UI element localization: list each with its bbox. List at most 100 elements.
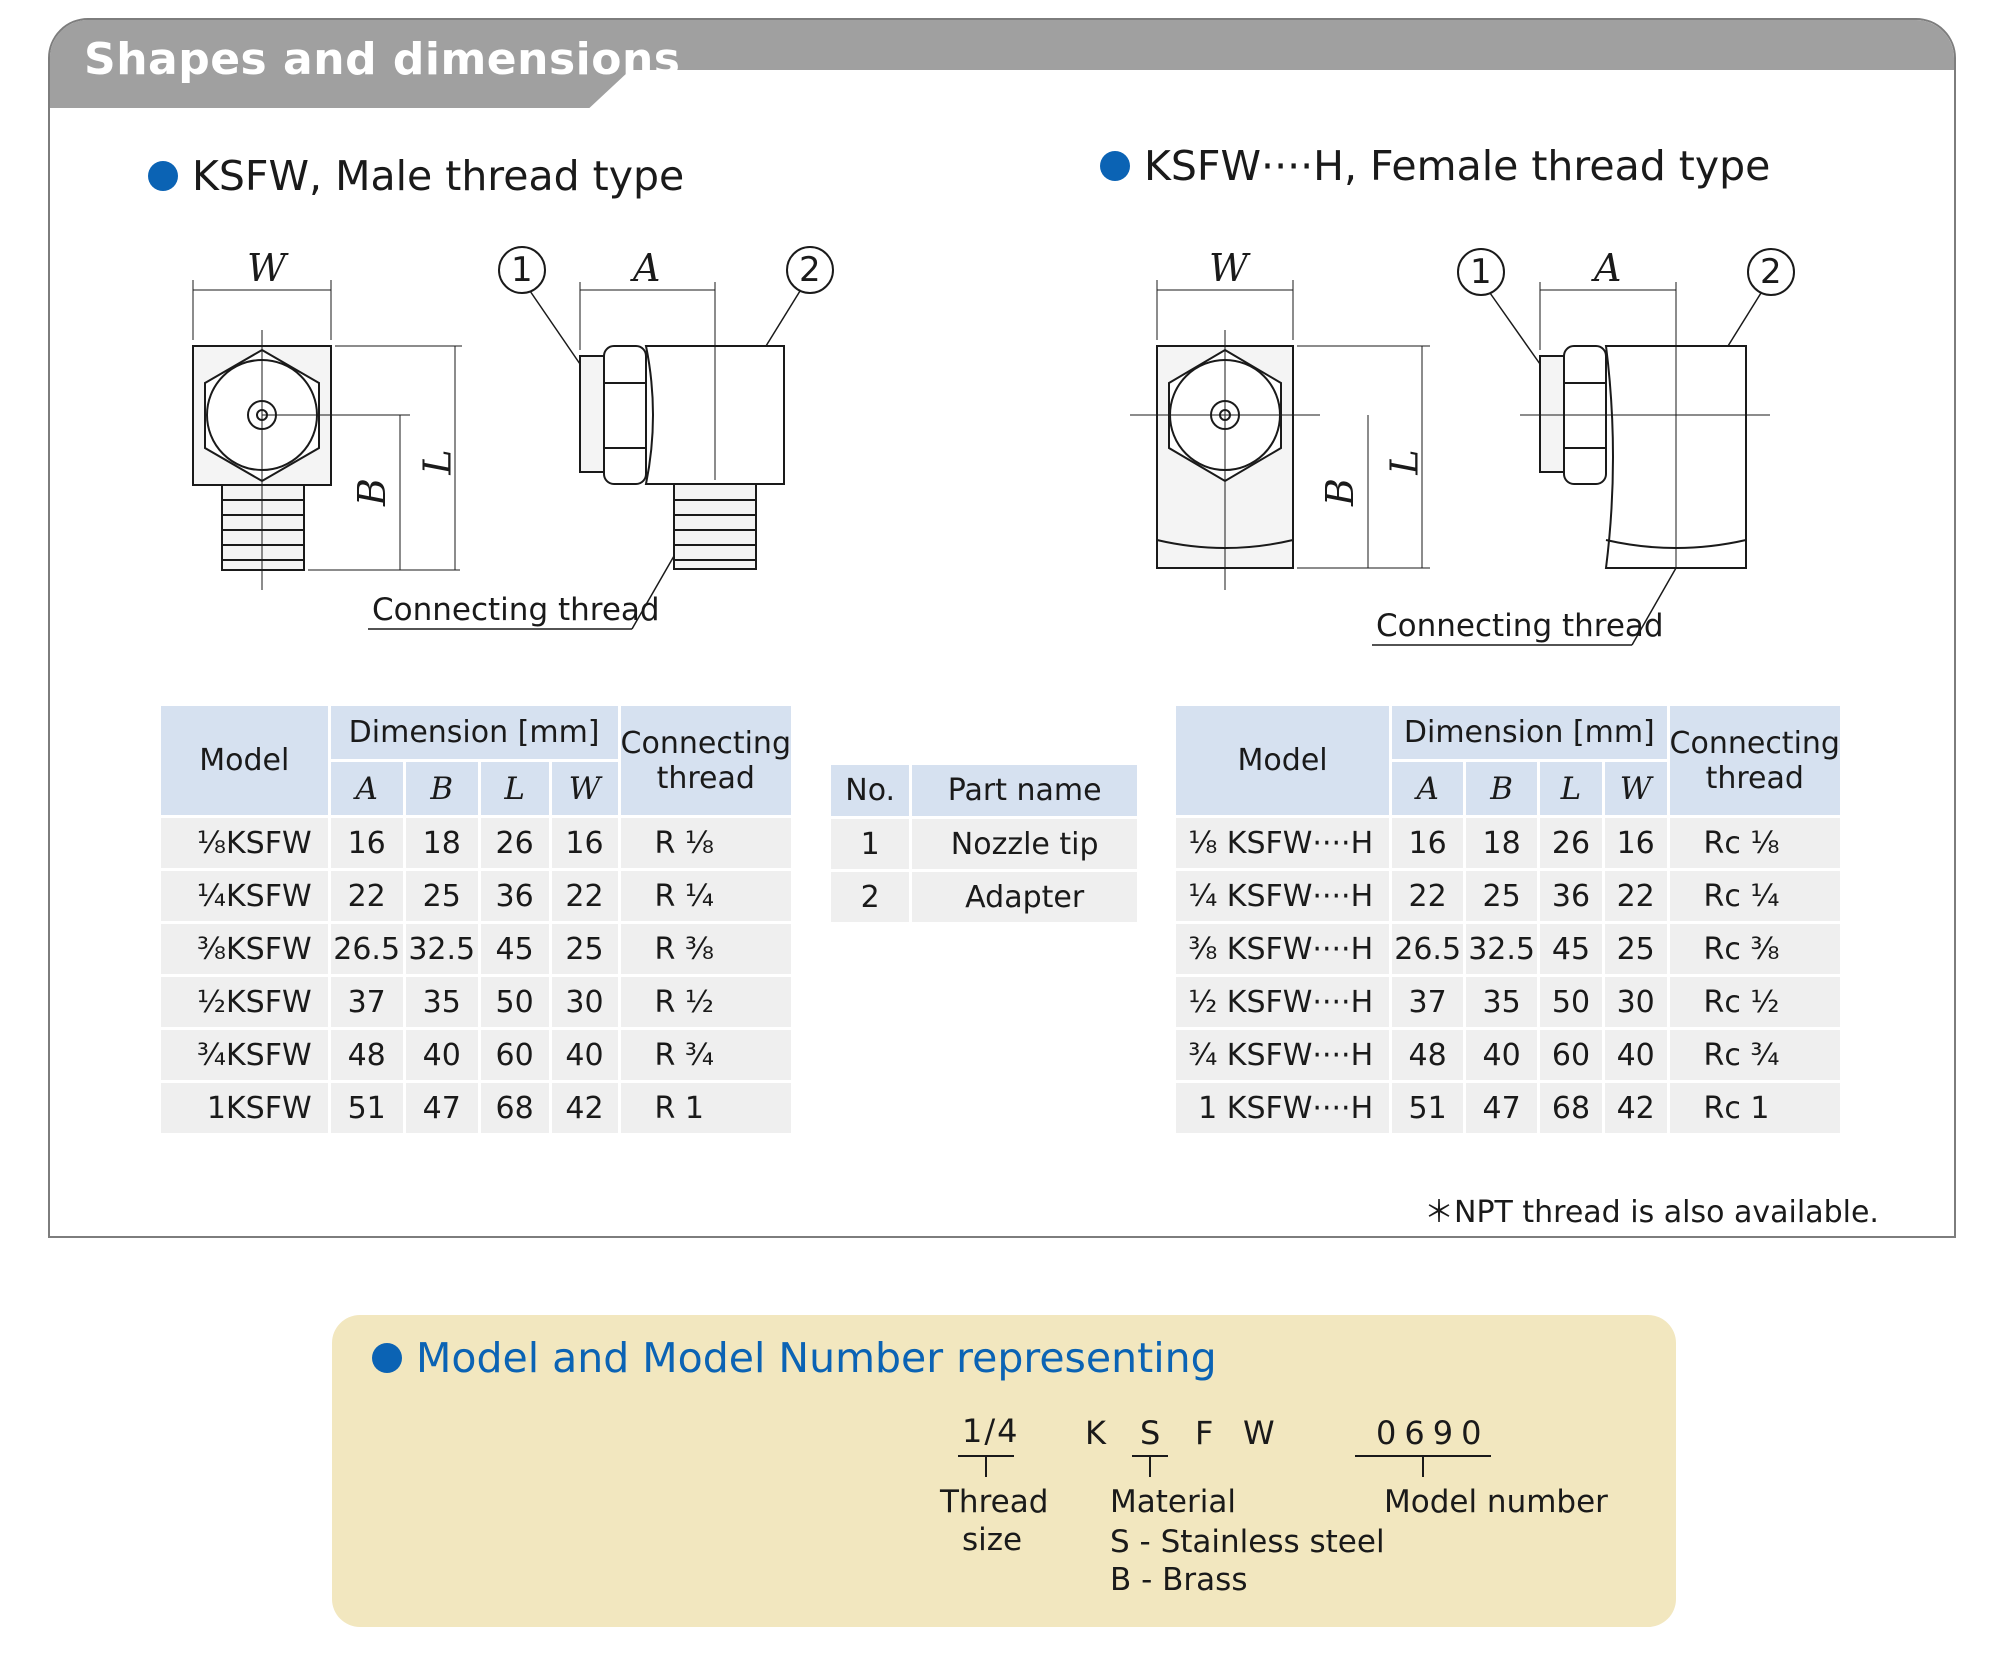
- b-cell: 47: [1463, 1080, 1541, 1136]
- model-number-heading: Model and Model Number representing: [372, 1334, 1217, 1382]
- w-cell: 22: [1601, 868, 1670, 924]
- w-cell: 22: [548, 868, 621, 924]
- b-cell: 40: [402, 1027, 481, 1083]
- part-no-cell: 2: [827, 869, 913, 925]
- model-header: Model: [1172, 703, 1393, 818]
- table-row: ½KSFW 37 35 50 30 R ½: [158, 974, 795, 1030]
- col-l-header: L: [477, 759, 552, 818]
- table-row: ⅛KSFW 16 18 26 16 R ⅛: [158, 815, 795, 871]
- female-dim-a-label: A: [1594, 246, 1622, 290]
- thread-cell: R ¾: [617, 1027, 795, 1083]
- w-cell: 30: [548, 974, 621, 1030]
- female-callout-2: 2: [1760, 252, 1782, 292]
- l-cell: 60: [1537, 1027, 1605, 1083]
- b-cell: 32.5: [1463, 921, 1541, 977]
- code-f: F: [1195, 1414, 1216, 1452]
- col-w-header: W: [1601, 759, 1670, 818]
- col-a-header: A: [327, 759, 406, 818]
- male-side-view-drawing: [368, 246, 834, 630]
- thread-cell: Rc ⅛: [1666, 815, 1844, 871]
- table-row: ¾KSFW 48 40 60 40 R ¾: [158, 1027, 795, 1083]
- female-side-view-drawing: [1372, 248, 1795, 646]
- code-k: K: [1085, 1414, 1108, 1452]
- a-cell: 26.5: [1389, 921, 1467, 977]
- male-dim-a-label: A: [633, 246, 661, 290]
- a-cell: 22: [1389, 868, 1467, 924]
- l-cell: 45: [1537, 921, 1605, 977]
- w-cell: 25: [548, 921, 621, 977]
- b-cell: 25: [1463, 868, 1541, 924]
- model-number-bracket-stem: [1422, 1455, 1424, 1477]
- b-cell: 18: [402, 815, 481, 871]
- b-cell: 35: [1463, 974, 1541, 1030]
- col-w-header: W: [548, 759, 621, 818]
- table-row: 1KSFW 51 47 68 42 R 1: [158, 1080, 795, 1136]
- model-cell: ⅛ KSFW····H: [1172, 815, 1393, 871]
- model-cell: ⅜ KSFW····H: [1172, 921, 1393, 977]
- code-material: S: [1140, 1414, 1163, 1452]
- l-cell: 60: [477, 1027, 552, 1083]
- l-cell: 68: [1537, 1080, 1605, 1136]
- female-front-view-drawing: [1130, 280, 1430, 590]
- table-row: ⅛ KSFW····H 16 18 26 16 Rc ⅛: [1172, 815, 1844, 871]
- l-cell: 50: [477, 974, 552, 1030]
- w-cell: 40: [548, 1027, 621, 1083]
- b-cell: 25: [402, 868, 481, 924]
- l-cell: 36: [1537, 868, 1605, 924]
- thread-size-label-line-1: Thread: [940, 1484, 1049, 1520]
- l-cell: 26: [1537, 815, 1605, 871]
- connecting-header-line-1: Connecting: [1669, 725, 1840, 761]
- male-dim-w-label: W: [247, 246, 287, 290]
- male-callout-2: 2: [799, 250, 821, 290]
- l-cell: 36: [477, 868, 552, 924]
- male-dim-b-label: B: [349, 478, 394, 506]
- model-cell: 1KSFW: [158, 1080, 331, 1136]
- table-row: ⅜KSFW 26.5 32.5 45 25 R ⅜: [158, 921, 795, 977]
- l-cell: 68: [477, 1080, 552, 1136]
- thread-cell: Rc 1: [1666, 1080, 1844, 1136]
- connecting-thread-header: Connecting thread: [617, 703, 795, 818]
- thread-cell: Rc ¼: [1666, 868, 1844, 924]
- table-row: ⅜ KSFW····H 26.5 32.5 45 25 Rc ⅜: [1172, 921, 1844, 977]
- b-cell: 40: [1463, 1027, 1541, 1083]
- a-cell: 16: [327, 815, 406, 871]
- table-row: ¾ KSFW····H 48 40 60 40 Rc ¾: [1172, 1027, 1844, 1083]
- thread-cell: R ½: [617, 974, 795, 1030]
- female-dim-l-label: L: [1382, 449, 1427, 475]
- w-cell: 25: [1601, 921, 1670, 977]
- table-row: 2 Adapter: [827, 869, 1140, 925]
- material-label: Material: [1110, 1484, 1236, 1520]
- model-cell: ¾KSFW: [158, 1027, 331, 1083]
- code-thread-size: 1/4: [962, 1412, 1020, 1450]
- b-cell: 35: [402, 974, 481, 1030]
- l-cell: 26: [477, 815, 552, 871]
- connecting-header-line-2: thread: [656, 760, 755, 796]
- part-name-cell: Adapter: [909, 869, 1140, 925]
- model-cell: ½KSFW: [158, 974, 331, 1030]
- b-cell: 18: [1463, 815, 1541, 871]
- model-number-label: Model number: [1384, 1484, 1608, 1520]
- model-cell: 1 KSFW····H: [1172, 1080, 1393, 1136]
- model-cell: ⅜KSFW: [158, 921, 331, 977]
- bullet-dot-icon: [372, 1343, 402, 1373]
- a-cell: 22: [327, 868, 406, 924]
- w-cell: 42: [548, 1080, 621, 1136]
- w-cell: 40: [1601, 1027, 1670, 1083]
- a-cell: 26.5: [327, 921, 406, 977]
- material-bracket-stem: [1149, 1455, 1151, 1477]
- code-w: W: [1243, 1414, 1277, 1452]
- a-cell: 37: [327, 974, 406, 1030]
- table-row: 1 KSFW····H 51 47 68 42 Rc 1: [1172, 1080, 1844, 1136]
- male-dim-l-label: L: [415, 449, 460, 475]
- table-row: ¼KSFW 22 25 36 22 R ¼: [158, 868, 795, 924]
- l-cell: 50: [1537, 974, 1605, 1030]
- model-cell: ¼KSFW: [158, 868, 331, 924]
- a-cell: 51: [327, 1080, 406, 1136]
- thread-cell: Rc ¾: [1666, 1027, 1844, 1083]
- model-cell: ¾ KSFW····H: [1172, 1027, 1393, 1083]
- connecting-header-line-1: Connecting: [620, 725, 791, 761]
- w-cell: 42: [1601, 1080, 1670, 1136]
- w-cell: 16: [1601, 815, 1670, 871]
- part-no-cell: 1: [827, 816, 913, 872]
- material-stainless-option: S - Stainless steel: [1110, 1524, 1385, 1560]
